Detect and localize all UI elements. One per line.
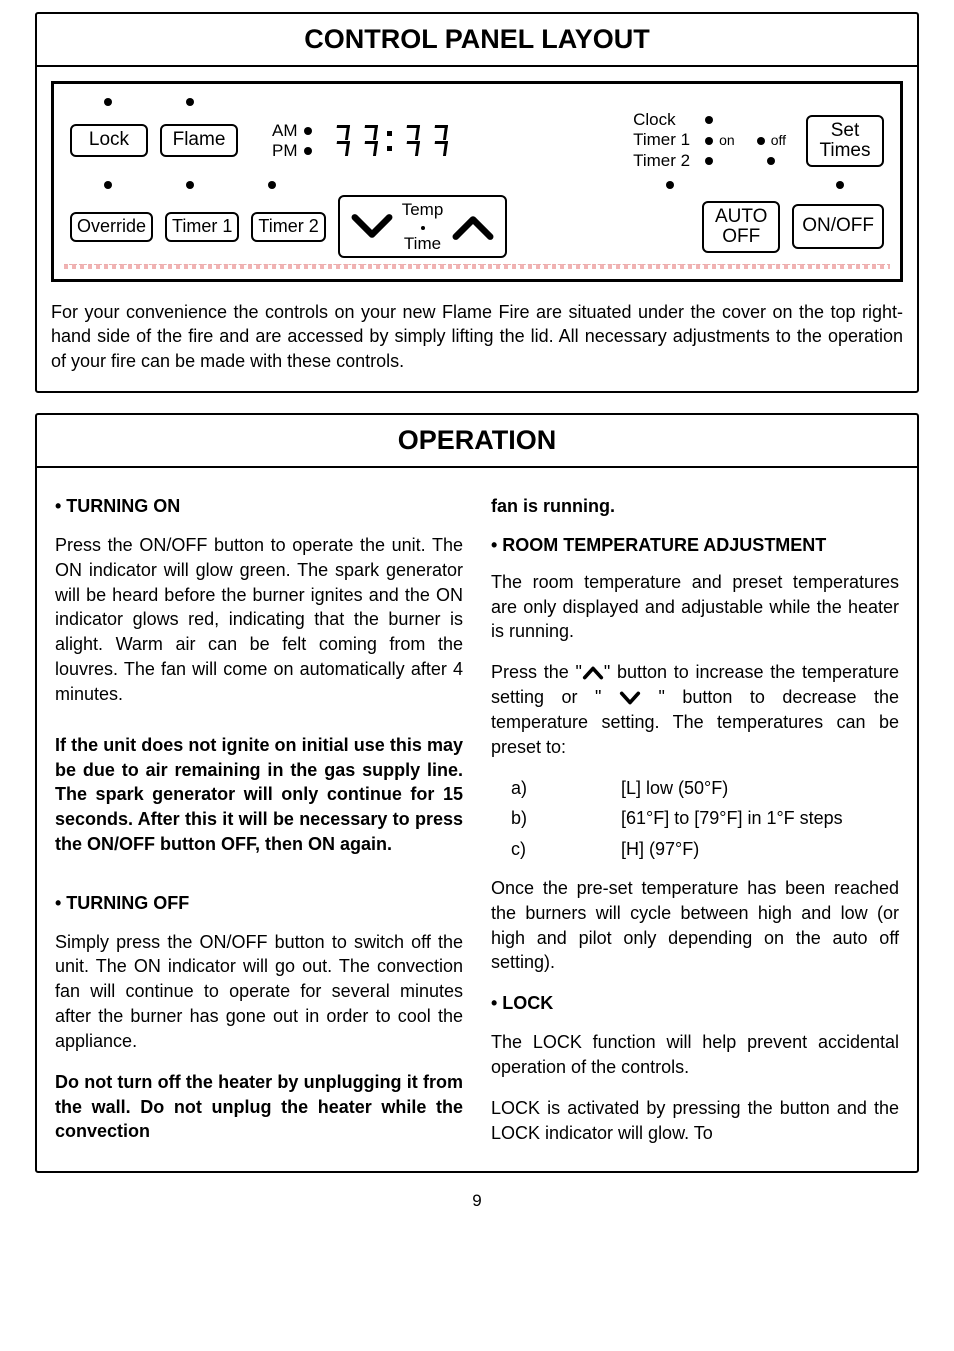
option-key: c) (511, 837, 621, 862)
temp-option-c: c) [H] (97°F) (511, 837, 899, 862)
onoff-button[interactable]: ON/OFF (792, 204, 884, 249)
lock-button[interactable]: Lock (70, 124, 148, 157)
diagram-divider (64, 264, 890, 269)
up-arrow-icon[interactable] (451, 213, 495, 241)
operation-title: OPERATION (37, 415, 917, 468)
times-label: Times (819, 140, 870, 161)
control-panel-diagram: Lock Flame AM PM Clock (51, 81, 903, 282)
timer2-button[interactable]: Timer 2 (251, 212, 325, 242)
auto-off-button[interactable]: AUTO OFF (702, 201, 780, 253)
off-mode-label: OFF (722, 226, 760, 247)
operation-section: OPERATION • TURNING ON Press the ON/OFF … (35, 413, 919, 1173)
led-indicator (705, 137, 713, 145)
room-temp-text-2: Press the "" button to increase the temp… (491, 660, 899, 759)
lock-text-1: The LOCK function will help prevent acci… (491, 1030, 899, 1080)
led-indicator (705, 116, 713, 124)
led-indicator (186, 181, 194, 189)
am-label: AM (272, 121, 298, 140)
timer1-label: Timer 1 (633, 130, 699, 150)
option-key: a) (511, 776, 621, 801)
ignite-warning-text: If the unit does not ignite on initial u… (55, 733, 463, 857)
control-panel-section: CONTROL PANEL LAYOUT Lock Flame AM PM (35, 12, 919, 393)
led-indicator (304, 147, 312, 155)
am-pm-labels: AM PM (272, 121, 312, 161)
text-fragment: Press the " (491, 662, 582, 682)
time-label: Time (404, 234, 441, 253)
status-indicators: Clock Timer 1 on off Timer 2 (633, 110, 786, 171)
control-panel-title: CONTROL PANEL LAYOUT (37, 14, 917, 67)
down-arrow-icon (619, 690, 641, 706)
flame-button[interactable]: Flame (160, 124, 238, 157)
page-number: 9 (35, 1191, 919, 1211)
option-value: [H] (97°F) (621, 837, 699, 862)
room-temp-heading: • ROOM TEMPERATURE ADJUSTMENT (491, 533, 899, 558)
clock-label: Clock (633, 110, 699, 130)
led-indicator (767, 157, 775, 165)
temp-option-b: b) [61°F] to [79°F] in 1°F steps (511, 806, 899, 831)
option-value: [L] low (50°F) (621, 776, 728, 801)
led-indicator (104, 98, 112, 106)
option-key: b) (511, 806, 621, 831)
operation-left-column: • TURNING ON Press the ON/OFF button to … (55, 486, 463, 1161)
led-indicator (304, 127, 312, 135)
on-label: on (719, 132, 735, 149)
lock-text-2: LOCK is activated by pressing the button… (491, 1096, 899, 1146)
override-button[interactable]: Override (70, 212, 153, 242)
led-indicator (268, 181, 276, 189)
led-indicator (104, 181, 112, 189)
panel-description: For your convenience the controls on you… (51, 300, 903, 373)
timer1-button[interactable]: Timer 1 (165, 212, 239, 242)
turning-on-heading: • TURNING ON (55, 494, 463, 519)
set-label: Set (831, 120, 860, 141)
temp-time-group: Temp Time (338, 195, 508, 258)
turning-on-text: Press the ON/OFF button to operate the u… (55, 533, 463, 707)
turning-off-heading: • TURNING OFF (55, 891, 463, 916)
down-arrow-icon[interactable] (350, 213, 394, 241)
operation-right-column: fan is running. • ROOM TEMPERATURE ADJUS… (491, 486, 899, 1161)
temp-label: Temp (402, 200, 444, 219)
timer2-label: Timer 2 (633, 151, 699, 171)
led-indicator (705, 157, 713, 165)
temp-option-a: a) [L] low (50°F) (511, 776, 899, 801)
unplug-warning-text: Do not turn off the heater by unplugging… (55, 1070, 463, 1144)
led-indicator (757, 137, 765, 145)
led-indicator (666, 181, 674, 189)
turning-off-text: Simply press the ON/OFF button to switch… (55, 930, 463, 1054)
pm-label: PM (272, 141, 298, 160)
off-label: off (771, 132, 786, 149)
lock-heading: • LOCK (491, 991, 899, 1016)
up-arrow-icon (582, 665, 604, 681)
set-times-button[interactable]: Set Times (806, 115, 884, 167)
preset-temp-text: Once the pre-set temperature has been re… (491, 876, 899, 975)
room-temp-text-1: The room temperature and preset temperat… (491, 570, 899, 644)
fan-running-text: fan is running. (491, 494, 899, 519)
option-value: [61°F] to [79°F] in 1°F steps (621, 806, 843, 831)
auto-label: AUTO (715, 206, 767, 227)
led-indicator (186, 98, 194, 106)
led-indicator (836, 181, 844, 189)
clock-display (330, 123, 450, 159)
control-panel-body: Lock Flame AM PM Clock (37, 67, 917, 391)
